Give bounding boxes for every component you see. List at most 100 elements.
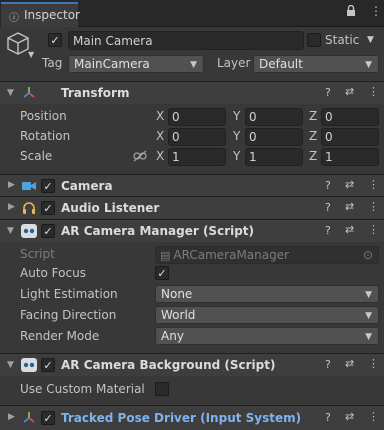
help-icon[interactable]: ? [325, 224, 331, 237]
presets-icon[interactable]: ⇄ [345, 223, 354, 236]
presets-icon[interactable]: ⇄ [345, 200, 354, 213]
presets-icon[interactable]: ⇄ [345, 410, 354, 423]
facing-direction-dropdown[interactable]: World ▼ [155, 306, 379, 324]
script-object-field[interactable]: ▤ ARCameraManager ⊙ [155, 246, 379, 264]
object-name-field[interactable]: Main Camera [68, 31, 304, 50]
audio-listener-title: Audio Listener [61, 201, 160, 215]
headphones-icon [21, 200, 37, 219]
axis-z-label[interactable]: Z [309, 109, 317, 123]
context-menu-icon[interactable]: ⋮ [368, 200, 379, 213]
object-picker-icon: ⊙ [362, 248, 373, 262]
help-icon[interactable]: ? [325, 86, 331, 99]
transform-title: Transform [61, 86, 130, 100]
scale-z-field[interactable]: 1 [321, 148, 379, 166]
scale-x-field[interactable]: 1 [168, 148, 226, 166]
tab-inspector-label: Inspector [24, 8, 80, 22]
foldout-open-icon[interactable]: ▼ [7, 360, 14, 370]
axis-x-label[interactable]: X [156, 149, 164, 163]
presets-icon[interactable]: ⇄ [345, 178, 354, 191]
static-label: Static [325, 33, 360, 47]
ar-camera-background-header[interactable]: ▼ ✓ AR Camera Background (Script) ? ⇄ ⋮ [0, 353, 384, 376]
tab-inspector[interactable]: ⓘ Inspector [1, 2, 80, 27]
ar-camera-manager-title: AR Camera Manager (Script) [61, 224, 255, 238]
chevron-down-icon: ▼ [365, 60, 372, 70]
foldout-closed-icon[interactable]: ▶ [8, 412, 15, 422]
tag-dropdown[interactable]: MainCamera ▼ [68, 55, 204, 73]
light-estimation-label: Light Estimation [20, 287, 118, 301]
camera-component-header[interactable]: ▶ ✓ Camera ? ⇄ ⋮ [0, 174, 384, 196]
rotation-x-field[interactable]: 0 [168, 128, 226, 146]
scale-label: Scale [20, 149, 53, 163]
light-estimation-dropdown[interactable]: None ▼ [155, 285, 379, 303]
axis-x-label[interactable]: X [156, 109, 164, 123]
active-checkbox[interactable]: ✓ [48, 33, 62, 47]
static-dropdown-icon[interactable]: ▼ [367, 35, 374, 45]
position-label: Position [20, 109, 67, 123]
help-icon[interactable]: ? [325, 201, 331, 214]
axis-z-label[interactable]: Z [309, 149, 317, 163]
script-icon [20, 357, 38, 376]
help-icon[interactable]: ? [325, 179, 331, 192]
chevron-down-icon: ▼ [190, 60, 197, 70]
context-menu-icon[interactable]: ⋮ [368, 85, 379, 98]
camera-icon [21, 179, 37, 196]
render-mode-value: Any [161, 329, 184, 343]
scale-y-field[interactable]: 1 [245, 148, 303, 166]
audio-listener-enabled-checkbox[interactable]: ✓ [41, 201, 55, 215]
ar-camera-manager-header[interactable]: ▼ ✓ AR Camera Manager (Script) ? ⇄ ⋮ [0, 219, 384, 242]
foldout-closed-icon[interactable]: ▶ [8, 180, 15, 190]
transform-icon [21, 85, 37, 104]
context-menu-icon[interactable]: ⋮ [368, 223, 379, 236]
rotation-z-field[interactable]: 0 [321, 128, 379, 146]
transform-header[interactable]: ▼ Transform ? ⇄ ⋮ [0, 81, 384, 104]
context-menu-icon[interactable]: ⋮ [368, 178, 379, 191]
presets-icon[interactable]: ⇄ [345, 85, 354, 98]
position-x-field[interactable]: 0 [168, 108, 226, 126]
tracked-pose-driver-title: Tracked Pose Driver (Input System) [61, 411, 302, 425]
constrain-proportions-link-icon[interactable] [133, 150, 147, 165]
position-z-field[interactable]: 0 [321, 108, 379, 126]
ar-camera-manager-enabled-checkbox[interactable]: ✓ [41, 224, 55, 238]
use-custom-material-label: Use Custom Material [20, 382, 145, 396]
tracked-pose-driver-enabled-checkbox[interactable]: ✓ [41, 411, 55, 425]
info-icon: ⓘ [9, 13, 19, 24]
axis-y-label[interactable]: Y [233, 129, 240, 143]
layer-dropdown[interactable]: Default ▼ [253, 55, 379, 73]
axis-z-label[interactable]: Z [309, 129, 317, 143]
foldout-open-icon[interactable]: ▼ [7, 88, 14, 98]
help-icon[interactable]: ? [325, 358, 331, 371]
audio-listener-component-header[interactable]: ▶ ✓ Audio Listener ? ⇄ ⋮ [0, 196, 384, 218]
layer-value: Default [259, 57, 303, 71]
chevron-down-icon: ▼ [365, 290, 372, 300]
tracked-pose-driver-header[interactable]: ▶ ✓ Tracked Pose Driver (Input System) ?… [0, 405, 384, 430]
axis-x-label[interactable]: X [156, 129, 164, 143]
context-menu-icon[interactable]: ⋮ [368, 357, 379, 370]
auto-focus-checkbox[interactable]: ✓ [155, 266, 169, 280]
icon-dropdown-icon[interactable]: ▼ [28, 50, 34, 59]
tab-bar: ⓘ Inspector ⋮ [0, 0, 384, 27]
render-mode-dropdown[interactable]: Any ▼ [155, 327, 379, 345]
context-menu-icon[interactable]: ⋮ [368, 410, 379, 423]
axis-y-label[interactable]: Y [233, 149, 240, 163]
gameobject-cube-icon [6, 31, 30, 60]
script-file-icon: ▤ [160, 248, 171, 262]
lock-icon[interactable] [346, 4, 356, 20]
foldout-open-icon[interactable]: ▼ [7, 226, 14, 236]
window-menu-icon[interactable]: ⋮ [370, 4, 382, 18]
transform-icon [21, 410, 37, 429]
chevron-down-icon: ▼ [365, 332, 372, 342]
position-y-field[interactable]: 0 [245, 108, 303, 126]
static-checkbox[interactable] [307, 33, 321, 47]
camera-title: Camera [61, 179, 113, 193]
script-label: Script [20, 247, 55, 261]
camera-enabled-checkbox[interactable]: ✓ [41, 179, 55, 193]
rotation-y-field[interactable]: 0 [245, 128, 303, 146]
presets-icon[interactable]: ⇄ [345, 357, 354, 370]
ar-camera-background-title: AR Camera Background (Script) [61, 358, 276, 372]
axis-y-label[interactable]: Y [233, 109, 240, 123]
ar-camera-background-enabled-checkbox[interactable]: ✓ [41, 358, 55, 372]
foldout-closed-icon[interactable]: ▶ [8, 202, 15, 212]
facing-direction-value: World [161, 308, 196, 322]
help-icon[interactable]: ? [325, 411, 331, 424]
use-custom-material-checkbox[interactable] [155, 382, 169, 396]
